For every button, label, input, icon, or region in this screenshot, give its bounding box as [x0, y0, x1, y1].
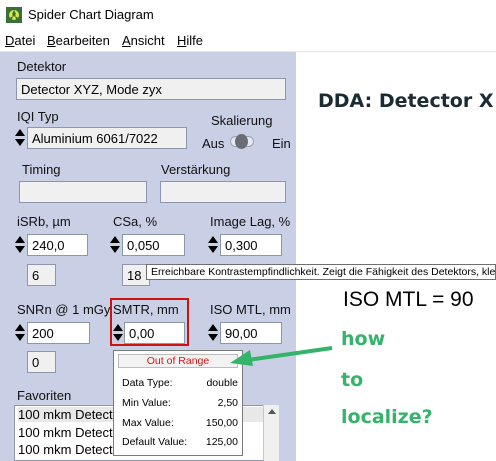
smtr-count-field[interactable]: 0: [27, 351, 56, 373]
timing-field[interactable]: [19, 181, 147, 203]
snrn-spin-buttons[interactable]: [15, 323, 25, 343]
isrb-label: iSRb, µm: [17, 214, 71, 229]
annotation-line: to: [341, 369, 364, 391]
menu-label-rest: ilfe: [186, 33, 204, 48]
popup-row-key: Min Value:: [122, 397, 171, 409]
isrb-field[interactable]: 240,0: [27, 234, 88, 256]
toggle-knob: [235, 134, 248, 149]
scroll-up-icon[interactable]: [268, 409, 276, 414]
detektor-label: Detektor: [17, 59, 67, 74]
image-lag-field[interactable]: 0,300: [220, 234, 282, 256]
menu-hotkey: D: [5, 33, 15, 48]
menu-label-rest: atei: [14, 33, 36, 48]
menu-ansicht[interactable]: Ansicht: [122, 33, 165, 48]
verstaerkung-label: Verstärkung: [161, 162, 231, 177]
title-bar: Spider Chart Diagram: [0, 0, 496, 30]
verstaerkung-field[interactable]: [160, 181, 286, 203]
isrb-count-field[interactable]: 6: [27, 264, 56, 286]
iso-mtl-readout: ISO MTL = 90: [343, 288, 474, 311]
timing-label: Timing: [22, 162, 61, 177]
skalierung-toggle[interactable]: [230, 134, 254, 149]
menu-label-rest: earbeiten: [55, 33, 110, 48]
list-item[interactable]: 100 mkm Detect: [18, 442, 113, 457]
iqi-spin-buttons[interactable]: [15, 128, 25, 148]
csa-label: CSa, %: [113, 214, 158, 229]
iso-mtl-label: ISO MTL, mm: [210, 302, 291, 317]
popup-row-key: Max Value:: [122, 417, 174, 429]
csa-tooltip: Erreichbare Kontrastempfindlichkeit. Zei…: [146, 264, 496, 280]
out-of-range-popup: Out of Range Data Type: double Min Value:…: [113, 350, 243, 456]
skalierung-label: Skalierung: [211, 113, 273, 128]
smtr-spin-buttons[interactable]: [113, 323, 123, 343]
app-icon: [6, 7, 22, 23]
annotation-line: how: [341, 328, 386, 350]
iqi-typ-field[interactable]: Aluminium 6061/7022: [27, 127, 187, 149]
menu-label-rest: nsicht: [130, 33, 165, 48]
popup-title: Out of Range: [118, 354, 238, 368]
popup-row-key: Default Value:: [122, 436, 188, 448]
csa-field[interactable]: 0,050: [122, 234, 185, 256]
annotation-line: localize?: [341, 406, 433, 428]
detektor-field[interactable]: Detector XYZ, Mode zyx: [16, 78, 286, 100]
snrn-label: SNRn @ 1 mGy: [17, 302, 111, 317]
menu-hotkey: A: [122, 33, 131, 48]
favoriten-scrollbar[interactable]: [263, 405, 279, 461]
skalierung-off-label: Aus: [202, 136, 225, 151]
chart-panel: [296, 52, 496, 461]
menu-hilfe[interactable]: Hilfe: [177, 33, 203, 48]
iso-mtl-spin-buttons[interactable]: [208, 323, 218, 343]
csa-spin-buttons[interactable]: [110, 235, 120, 255]
menu-datei[interactable]: Datei: [5, 33, 35, 48]
chart-heading: DDA: Detector X: [318, 90, 494, 112]
menu-bearbeiten[interactable]: Bearbeiten: [47, 33, 110, 48]
popup-row-key: Data Type:: [122, 377, 173, 389]
menu-hotkey: B: [47, 33, 56, 48]
isrb-spin-buttons[interactable]: [15, 235, 25, 255]
image-lag-label: Image Lag, %: [210, 214, 291, 229]
iqi-typ-label: IQI Typ: [17, 109, 59, 124]
popup-row-value: 2,50: [217, 397, 238, 409]
smtr-field[interactable]: 0,00: [124, 322, 185, 344]
menu-hotkey: H: [177, 33, 187, 48]
popup-row-value: 125,00: [205, 436, 238, 448]
menu-bar: Datei Bearbeiten Ansicht Hilfe: [0, 30, 496, 52]
list-item[interactable]: 100 mkm Detect: [18, 425, 113, 440]
image-lag-spin-buttons[interactable]: [208, 235, 218, 255]
popup-row-value: double: [206, 377, 238, 389]
favoriten-label: Favoriten: [17, 388, 72, 403]
popup-row-value: 150,00: [205, 417, 238, 429]
skalierung-on-label: Ein: [272, 136, 291, 151]
window-title: Spider Chart Diagram: [28, 7, 154, 22]
annotation-arrow-icon: [230, 346, 333, 366]
snrn-field[interactable]: 200: [27, 322, 90, 344]
smtr-label: SMTR, mm: [113, 302, 179, 317]
